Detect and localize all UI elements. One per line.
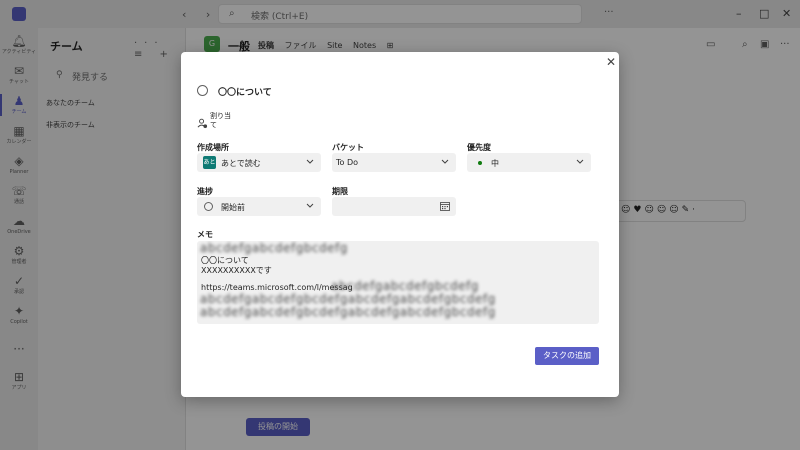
memo-blurred-text: abcdefgabcdefgbcdefgabcdefgabcdefgbcdefg <box>200 292 496 306</box>
bucket-value: To Do <box>336 158 359 167</box>
priority-label: 優先度 <box>467 143 491 152</box>
calendar-icon <box>440 202 450 211</box>
priority-select[interactable]: 中 <box>467 153 591 172</box>
memo-blurred-text: abcdefgabcdefgbcdefg <box>331 279 479 293</box>
chevron-down-icon <box>441 159 449 164</box>
task-title[interactable]: 〇〇について <box>218 85 272 98</box>
add-task-dialog: ✕ 〇〇について 割り当て 作成場所 バケット 優先度 あと あとで読む To … <box>181 52 619 397</box>
add-task-button[interactable]: タスクの追加 <box>535 347 599 365</box>
bucket-label: バケット <box>332 143 364 152</box>
memo-line-2: XXXXXXXXXXです <box>201 266 272 275</box>
due-label: 期限 <box>332 187 348 196</box>
chevron-down-icon <box>576 159 584 164</box>
progress-value: 開始前 <box>221 203 245 212</box>
plan-badge: あと <box>203 156 216 169</box>
assign-label: 割り当て <box>210 112 231 129</box>
location-value: あとで読む <box>221 159 261 168</box>
bucket-select[interactable]: To Do <box>332 153 456 172</box>
assign-person-icon <box>197 118 208 129</box>
location-select[interactable]: あと あとで読む <box>197 153 321 172</box>
chevron-down-icon <box>306 203 314 208</box>
memo-blurred-text: abcdefgabcdefgbcdefgabcdefgabcdefgbcdefg <box>200 305 496 319</box>
not-started-icon <box>204 202 213 211</box>
close-icon[interactable]: ✕ <box>604 55 618 69</box>
progress-label: 進捗 <box>197 187 213 196</box>
memo-textarea[interactable]: abcdefgabcdefgbcdefg 〇〇について XXXXXXXXXXです… <box>197 241 599 324</box>
chevron-down-icon <box>306 159 314 164</box>
complete-task-toggle[interactable] <box>197 85 208 96</box>
priority-value: 中 <box>491 159 499 168</box>
priority-dot-icon <box>478 161 482 165</box>
memo-blurred-text: abcdefgabcdefgbcdefg <box>200 241 348 255</box>
memo-url: https://teams.microsoft.com/l/messag <box>201 283 353 292</box>
location-label: 作成場所 <box>197 143 229 152</box>
due-date-field[interactable] <box>332 197 456 216</box>
memo-label: メモ <box>197 230 213 239</box>
progress-select[interactable]: 開始前 <box>197 197 321 216</box>
